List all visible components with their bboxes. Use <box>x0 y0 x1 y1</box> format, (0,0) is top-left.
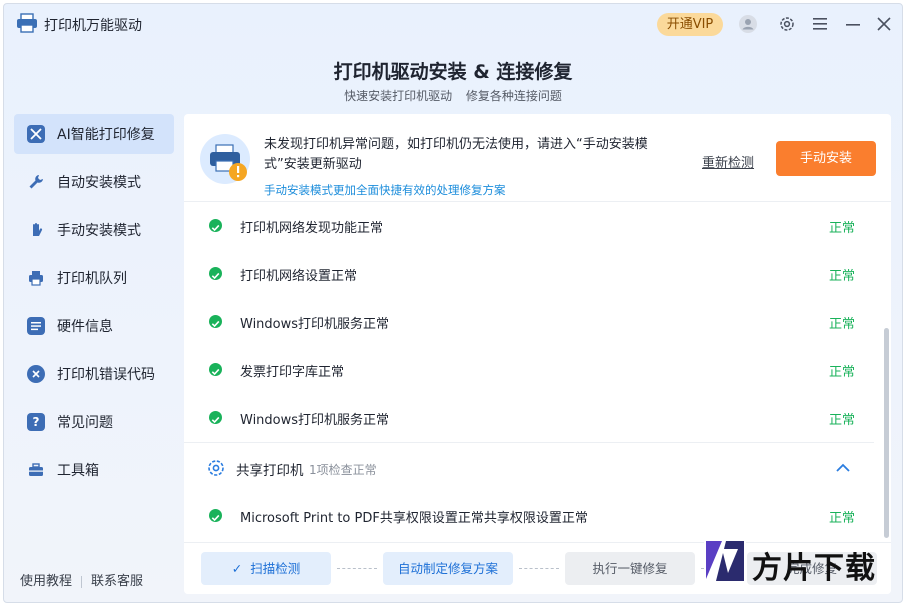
divider <box>81 575 83 588</box>
section-title: 共享打印机 <box>236 463 304 479</box>
step-scan: ✓ 扫描检测 <box>201 552 331 585</box>
manual-install-button[interactable]: 手动安装 <box>776 141 876 176</box>
sidebar-item-label: 打印机错误代码 <box>57 367 155 383</box>
support-link[interactable]: 联系客服 <box>91 574 143 589</box>
step-plan: 自动制定修复方案 <box>383 552 513 585</box>
shared-printer-section[interactable]: 共享打印机 1项检查正常 <box>184 442 874 492</box>
app-window: 打印机万能驱动 开通VIP 打印机驱动安装 & 连接修复 快速安装打印机驱动 修… <box>3 3 903 603</box>
watermark-text: 方片下载 <box>752 551 876 586</box>
check-row: 打印机网络发现功能正常 正常 <box>184 202 874 250</box>
check-icon <box>209 315 222 328</box>
close-icon[interactable] <box>873 13 895 35</box>
check-row: 打印机网络设置正常 正常 <box>184 250 874 298</box>
scrollbar[interactable] <box>884 328 889 538</box>
sidebar-item-hardware-info[interactable]: 硬件信息 <box>14 306 174 346</box>
check-label: 发票打印字库正常 <box>240 365 345 380</box>
sidebar-item-faq[interactable]: ? 常见问题 <box>14 402 174 442</box>
title-bar: 打印机万能驱动 开通VIP <box>4 4 902 44</box>
check-icon <box>209 363 222 376</box>
check-label: 打印机网络设置正常 <box>240 269 358 284</box>
list-icon <box>27 317 45 335</box>
question-icon: ? <box>27 413 45 431</box>
check-label: Microsoft Print to PDF共享权限设置正常共享权限设置正常 <box>240 511 588 526</box>
error-icon <box>27 365 45 383</box>
check-icon <box>209 267 222 280</box>
step-repair: 执行一键修复 <box>565 552 695 585</box>
subtitle-right: 修复各种连接问题 <box>465 89 562 103</box>
app-title: 打印机万能驱动 <box>44 18 142 34</box>
check-icon <box>209 411 222 424</box>
notice-message: 未发现打印机异常问题，如打印机仍无法使用，请进入“手动安装模式”安装更新驱动 <box>264 137 648 172</box>
sidebar-item-label: 硬件信息 <box>57 319 113 335</box>
sidebar: AI智能打印修复 自动安装模式 手动安装模式 打印机队列 硬件信息 打印机错误代… <box>4 109 179 602</box>
check-label: Windows打印机服务正常 <box>240 317 390 332</box>
check-row: Windows打印机服务正常 正常 <box>184 394 874 442</box>
minimize-icon[interactable] <box>842 13 864 35</box>
printer-warning-icon <box>200 134 250 184</box>
step-connector <box>519 568 559 569</box>
step-label: 扫描检测 <box>250 561 301 576</box>
vip-button[interactable]: 开通VIP <box>657 13 723 36</box>
sidebar-item-label: AI智能打印修复 <box>57 127 155 143</box>
sidebar-item-printer-queue[interactable]: 打印机队列 <box>14 258 174 298</box>
page-title: 打印机驱动安装 & 连接修复 <box>333 61 573 83</box>
check-icon <box>209 509 222 522</box>
check-status: 正常 <box>829 413 856 428</box>
main-panel: 未发现打印机异常问题，如打印机仍无法使用，请进入“手动安装模式”安装更新驱动 手… <box>184 114 891 594</box>
sidebar-item-manual-install[interactable]: 手动安装模式 <box>14 210 174 250</box>
check-status: 正常 <box>829 365 856 380</box>
tutorial-link[interactable]: 使用教程 <box>20 574 72 589</box>
settings-gear-icon[interactable] <box>776 13 798 35</box>
check-row: Windows打印机服务正常 正常 <box>184 298 874 346</box>
sidebar-item-label: 常见问题 <box>57 415 113 431</box>
subtitle-left: 快速安装打印机驱动 <box>344 89 453 103</box>
page-subtitle: 快速安装打印机驱动 修复各种连接问题 <box>4 87 902 104</box>
check-row: 发票打印字库正常 正常 <box>184 346 874 394</box>
sidebar-item-ai-repair[interactable]: AI智能打印修复 <box>14 114 174 154</box>
gear-icon <box>206 458 226 478</box>
check-label: Windows打印机服务正常 <box>240 413 390 428</box>
chevron-up-icon[interactable] <box>835 460 851 476</box>
hand-icon <box>27 221 45 239</box>
check-label: 打印机网络发现功能正常 <box>240 221 384 236</box>
section-count: 1项检查正常 <box>309 463 377 477</box>
notice-banner: 未发现打印机异常问题，如打印机仍无法使用，请进入“手动安装模式”安装更新驱动 手… <box>184 114 891 202</box>
check-status: 正常 <box>829 269 856 284</box>
check-status: 正常 <box>829 221 856 236</box>
check-row: Microsoft Print to PDF共享权限设置正常共享权限设置正常 正… <box>184 492 874 540</box>
manual-mode-link[interactable]: 手动安装模式更加全面快捷有效的处理修复方案 <box>264 182 506 198</box>
menu-icon[interactable] <box>809 13 831 35</box>
sidebar-item-toolbox[interactable]: 工具箱 <box>14 450 174 490</box>
sidebar-item-error-codes[interactable]: 打印机错误代码 <box>14 354 174 394</box>
check-icon <box>209 219 222 232</box>
sidebar-item-label: 自动安装模式 <box>57 175 141 191</box>
step-connector <box>337 568 377 569</box>
tools-icon <box>27 125 45 143</box>
check-status: 正常 <box>829 317 856 332</box>
check-mark-icon: ✓ <box>231 561 243 576</box>
sidebar-footer: 使用教程 联系客服 <box>20 570 143 589</box>
watermark: 方片下载 <box>704 539 884 587</box>
sidebar-item-label: 手动安装模式 <box>57 223 141 239</box>
watermark-logo-icon <box>704 539 746 587</box>
printer-icon <box>27 269 45 287</box>
printer-logo-icon <box>16 13 38 33</box>
sidebar-item-auto-install[interactable]: 自动安装模式 <box>14 162 174 202</box>
wrench-icon <box>27 173 45 191</box>
toolbox-icon <box>27 461 45 479</box>
sidebar-item-label: 打印机队列 <box>57 271 127 287</box>
recheck-link[interactable]: 重新检测 <box>702 152 754 171</box>
check-status: 正常 <box>829 511 856 526</box>
sidebar-item-label: 工具箱 <box>57 463 99 479</box>
user-avatar-icon[interactable] <box>737 13 759 35</box>
